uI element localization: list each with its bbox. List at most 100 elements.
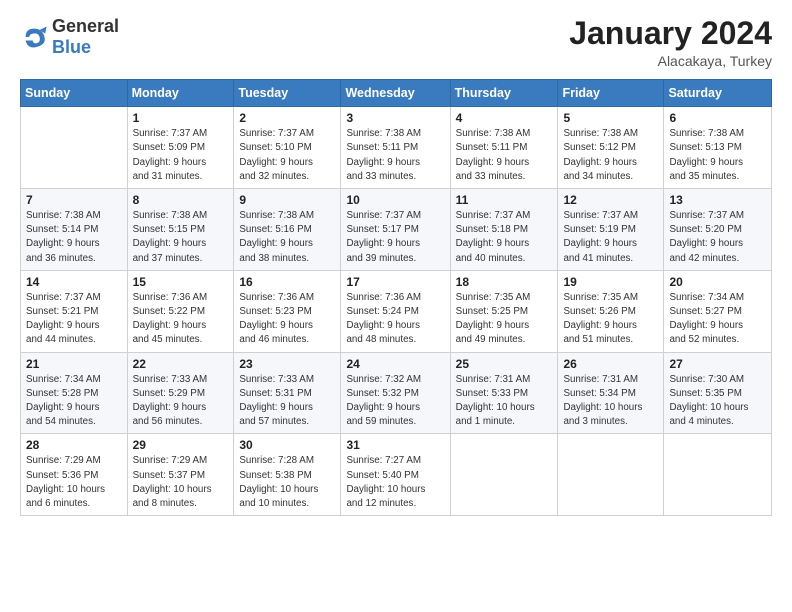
day-number: 25 xyxy=(456,357,553,371)
day-info: Sunrise: 7:31 AM Sunset: 5:33 PM Dayligh… xyxy=(456,373,553,430)
week-row-5: 28 Sunrise: 7:29 AM Sunset: 5:36 PM Dayli… xyxy=(21,434,772,516)
calendar-cell xyxy=(664,434,772,516)
week-row-4: 21 Sunrise: 7:34 AM Sunset: 5:28 PM Dayli… xyxy=(21,352,772,434)
header: General Blue January 2024 Alacakaya, Tur… xyxy=(20,16,772,69)
calendar-cell: 8Sunrise: 7:38 AM Sunset: 5:15 PM Daylig… xyxy=(127,189,234,271)
calendar-cell: 21 Sunrise: 7:34 AM Sunset: 5:28 PM Dayli… xyxy=(21,352,128,434)
day-number: 29 xyxy=(133,438,229,452)
day-info: Sunrise: 7:33 AM Sunset: 5:31 PM Dayligh… xyxy=(239,373,335,430)
week-row-3: 14Sunrise: 7:37 AM Sunset: 5:21 PM Dayli… xyxy=(21,270,772,352)
calendar-cell xyxy=(558,434,664,516)
day-info: Sunrise: 7:34 AM Sunset: 5:27 PM Dayligh… xyxy=(669,291,766,348)
day-info: Sunrise: 7:31 AM Sunset: 5:34 PM Dayligh… xyxy=(563,373,658,430)
day-number: 5 xyxy=(563,111,658,125)
calendar-cell: 25 Sunrise: 7:31 AM Sunset: 5:33 PM Dayli… xyxy=(450,352,558,434)
calendar-cell: 23 Sunrise: 7:33 AM Sunset: 5:31 PM Dayli… xyxy=(234,352,341,434)
day-info: Sunrise: 7:38 AM Sunset: 5:14 PM Dayligh… xyxy=(26,209,122,266)
calendar-cell xyxy=(450,434,558,516)
calendar-cell: 18Sunrise: 7:35 AM Sunset: 5:25 PM Dayli… xyxy=(450,270,558,352)
day-number: 18 xyxy=(456,275,553,289)
day-number: 30 xyxy=(239,438,335,452)
calendar-cell: 15Sunrise: 7:36 AM Sunset: 5:22 PM Dayli… xyxy=(127,270,234,352)
calendar-cell: 31Sunrise: 7:27 AM Sunset: 5:40 PM Dayli… xyxy=(341,434,450,516)
day-number: 11 xyxy=(456,193,553,207)
weekday-header-monday: Monday xyxy=(127,80,234,107)
calendar-cell: 17 Sunrise: 7:36 AM Sunset: 5:24 PM Dayli… xyxy=(341,270,450,352)
day-info: Sunrise: 7:29 AM Sunset: 5:36 PM Dayligh… xyxy=(26,454,122,511)
calendar-cell: 27Sunrise: 7:30 AM Sunset: 5:35 PM Dayli… xyxy=(664,352,772,434)
day-number: 26 xyxy=(563,357,658,371)
calendar-cell: 30 Sunrise: 7:28 AM Sunset: 5:38 PM Dayli… xyxy=(234,434,341,516)
day-info: Sunrise: 7:27 AM Sunset: 5:40 PM Dayligh… xyxy=(346,454,444,511)
day-number: 7 xyxy=(26,193,122,207)
calendar-cell: 7 Sunrise: 7:38 AM Sunset: 5:14 PM Daylig… xyxy=(21,189,128,271)
day-info: Sunrise: 7:38 AM Sunset: 5:11 PM Dayligh… xyxy=(456,127,553,184)
weekday-header-saturday: Saturday xyxy=(664,80,772,107)
day-info: Sunrise: 7:36 AM Sunset: 5:24 PM Dayligh… xyxy=(346,291,444,348)
day-info: Sunrise: 7:32 AM Sunset: 5:32 PM Dayligh… xyxy=(346,373,444,430)
week-row-2: 7 Sunrise: 7:38 AM Sunset: 5:14 PM Daylig… xyxy=(21,189,772,271)
day-number: 20 xyxy=(669,275,766,289)
weekday-header-sunday: Sunday xyxy=(21,80,128,107)
page: General Blue January 2024 Alacakaya, Tur… xyxy=(0,0,792,612)
day-number: 1 xyxy=(133,111,229,125)
day-number: 16 xyxy=(239,275,335,289)
day-info: Sunrise: 7:37 AM Sunset: 5:20 PM Dayligh… xyxy=(669,209,766,266)
calendar-cell: 2 Sunrise: 7:37 AM Sunset: 5:10 PM Daylig… xyxy=(234,107,341,189)
day-number: 23 xyxy=(239,357,335,371)
calendar-cell: 29 Sunrise: 7:29 AM Sunset: 5:37 PM Dayli… xyxy=(127,434,234,516)
logo: General Blue xyxy=(20,16,119,58)
weekday-header-thursday: Thursday xyxy=(450,80,558,107)
day-number: 6 xyxy=(669,111,766,125)
day-number: 10 xyxy=(346,193,444,207)
day-number: 13 xyxy=(669,193,766,207)
day-info: Sunrise: 7:28 AM Sunset: 5:38 PM Dayligh… xyxy=(239,454,335,511)
day-number: 17 xyxy=(346,275,444,289)
week-row-1: 1 Sunrise: 7:37 AM Sunset: 5:09 PM Daylig… xyxy=(21,107,772,189)
weekday-header-row: SundayMondayTuesdayWednesdayThursdayFrid… xyxy=(21,80,772,107)
day-info: Sunrise: 7:38 AM Sunset: 5:15 PM Dayligh… xyxy=(133,209,229,266)
day-info: Sunrise: 7:38 AM Sunset: 5:12 PM Dayligh… xyxy=(563,127,658,184)
day-info: Sunrise: 7:37 AM Sunset: 5:09 PM Dayligh… xyxy=(133,127,229,184)
weekday-header-wednesday: Wednesday xyxy=(341,80,450,107)
calendar-cell: 24 Sunrise: 7:32 AM Sunset: 5:32 PM Dayli… xyxy=(341,352,450,434)
day-info: Sunrise: 7:38 AM Sunset: 5:11 PM Dayligh… xyxy=(346,127,444,184)
day-number: 21 xyxy=(26,357,122,371)
calendar: SundayMondayTuesdayWednesdayThursdayFrid… xyxy=(20,79,772,516)
day-number: 27 xyxy=(669,357,766,371)
location: Alacakaya, Turkey xyxy=(569,53,772,69)
calendar-cell: 22Sunrise: 7:33 AM Sunset: 5:29 PM Dayli… xyxy=(127,352,234,434)
day-info: Sunrise: 7:35 AM Sunset: 5:26 PM Dayligh… xyxy=(563,291,658,348)
calendar-cell: 20 Sunrise: 7:34 AM Sunset: 5:27 PM Dayli… xyxy=(664,270,772,352)
logo-blue: Blue xyxy=(52,37,91,57)
weekday-header-tuesday: Tuesday xyxy=(234,80,341,107)
day-info: Sunrise: 7:34 AM Sunset: 5:28 PM Dayligh… xyxy=(26,373,122,430)
day-number: 2 xyxy=(239,111,335,125)
calendar-cell: 3 Sunrise: 7:38 AM Sunset: 5:11 PM Daylig… xyxy=(341,107,450,189)
day-info: Sunrise: 7:37 AM Sunset: 5:21 PM Dayligh… xyxy=(26,291,122,348)
day-info: Sunrise: 7:29 AM Sunset: 5:37 PM Dayligh… xyxy=(133,454,229,511)
calendar-cell: 11Sunrise: 7:37 AM Sunset: 5:18 PM Dayli… xyxy=(450,189,558,271)
day-number: 9 xyxy=(239,193,335,207)
calendar-cell: 6Sunrise: 7:38 AM Sunset: 5:13 PM Daylig… xyxy=(664,107,772,189)
calendar-cell xyxy=(21,107,128,189)
day-number: 28 xyxy=(26,438,122,452)
day-number: 12 xyxy=(563,193,658,207)
calendar-cell: 26 Sunrise: 7:31 AM Sunset: 5:34 PM Dayli… xyxy=(558,352,664,434)
calendar-cell: 1 Sunrise: 7:37 AM Sunset: 5:09 PM Daylig… xyxy=(127,107,234,189)
title-block: January 2024 Alacakaya, Turkey xyxy=(569,16,772,69)
calendar-cell: 28 Sunrise: 7:29 AM Sunset: 5:36 PM Dayli… xyxy=(21,434,128,516)
day-info: Sunrise: 7:33 AM Sunset: 5:29 PM Dayligh… xyxy=(133,373,229,430)
calendar-cell: 5 Sunrise: 7:38 AM Sunset: 5:12 PM Daylig… xyxy=(558,107,664,189)
day-number: 24 xyxy=(346,357,444,371)
day-info: Sunrise: 7:38 AM Sunset: 5:16 PM Dayligh… xyxy=(239,209,335,266)
day-info: Sunrise: 7:37 AM Sunset: 5:17 PM Dayligh… xyxy=(346,209,444,266)
logo-text: General Blue xyxy=(52,16,119,58)
day-number: 15 xyxy=(133,275,229,289)
day-info: Sunrise: 7:37 AM Sunset: 5:10 PM Dayligh… xyxy=(239,127,335,184)
logo-general: General xyxy=(52,16,119,36)
day-info: Sunrise: 7:37 AM Sunset: 5:19 PM Dayligh… xyxy=(563,209,658,266)
weekday-header-friday: Friday xyxy=(558,80,664,107)
day-number: 3 xyxy=(346,111,444,125)
calendar-cell: 10 Sunrise: 7:37 AM Sunset: 5:17 PM Dayli… xyxy=(341,189,450,271)
